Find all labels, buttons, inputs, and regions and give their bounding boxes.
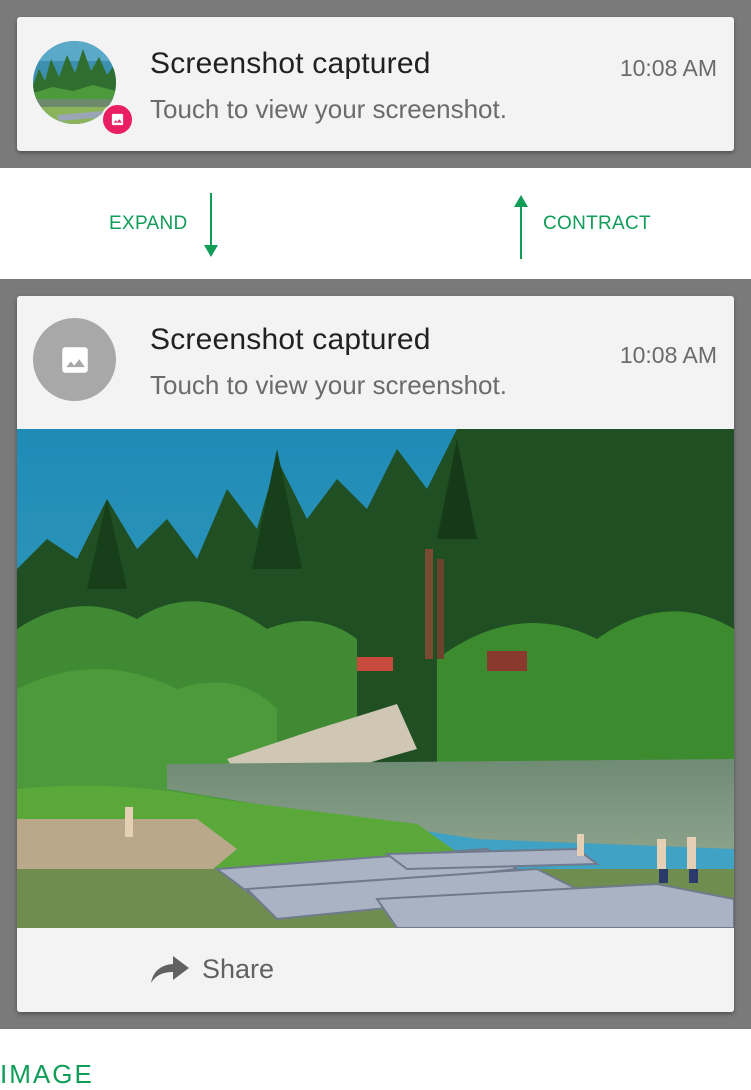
- notification-text: Touch to view your screenshot.: [150, 370, 507, 400]
- share-action[interactable]: Share: [17, 928, 734, 1012]
- image-badge-icon: [101, 103, 134, 136]
- screenshot-preview-image[interactable]: [17, 429, 734, 928]
- image-icon: [33, 318, 116, 401]
- notification-text: Touch to view your screenshot.: [150, 94, 507, 124]
- contract-label: CONTRACT: [543, 213, 651, 234]
- share-arrow-icon: [151, 956, 189, 983]
- share-button-label: Share: [202, 954, 275, 984]
- notification-expanded[interactable]: Screenshot captured Touch to view your s…: [17, 296, 734, 1012]
- notification-title: Screenshot captured: [150, 323, 431, 356]
- arrow-down-icon: [204, 193, 218, 257]
- expand-label: EXPAND: [109, 213, 188, 234]
- notification-collapsed[interactable]: Screenshot captured Touch to view your s…: [17, 17, 734, 151]
- notification-time: 10:08 AM: [619, 342, 717, 368]
- notification-time: 10:08 AM: [619, 55, 717, 81]
- arrow-up-icon: [514, 195, 528, 259]
- caption-label: IMAGE: [0, 1059, 94, 1089]
- notification-title: Screenshot captured: [150, 47, 431, 80]
